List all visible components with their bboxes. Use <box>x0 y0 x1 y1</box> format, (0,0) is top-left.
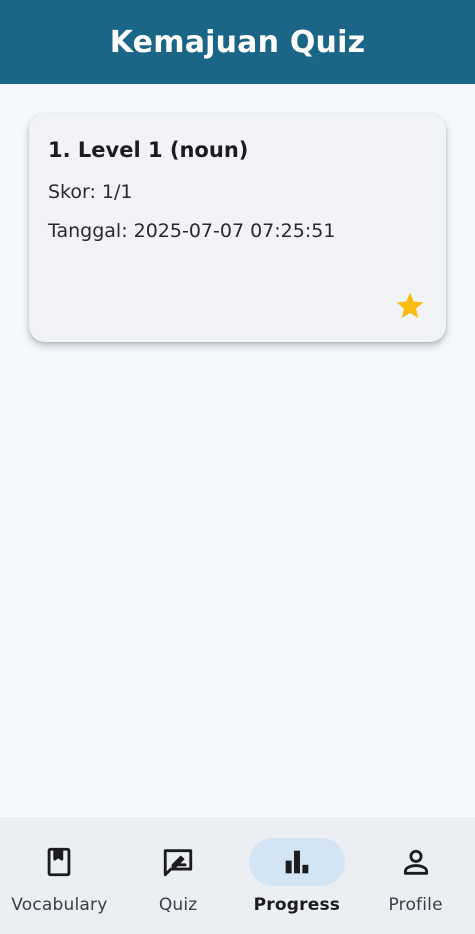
quiz-progress-card[interactable]: 1. Level 1 (noun) Skor: 1/1 Tanggal: 202… <box>29 114 446 342</box>
nav-label-progress: Progress <box>253 895 341 915</box>
book-icon <box>48 847 71 877</box>
nav-item-profile[interactable]: Profile <box>356 817 475 934</box>
star-icon <box>396 292 424 318</box>
app-screen: Kemajuan Quiz 1. Level 1 (noun) Skor: 1/… <box>0 0 475 934</box>
nav-pill-quiz <box>130 838 226 886</box>
bottom-navigation: Vocabulary Quiz Progress Profile <box>0 817 475 934</box>
nav-label-profile: Profile <box>388 895 443 915</box>
quiz-level-title: 1. Level 1 (noun) <box>48 138 249 162</box>
app-bar: Kemajuan Quiz <box>0 0 475 84</box>
nav-item-vocabulary[interactable]: Vocabulary <box>0 817 119 934</box>
quiz-score: Skor: 1/1 <box>48 181 133 203</box>
nav-pill-progress <box>248 838 345 886</box>
nav-item-progress[interactable]: Progress <box>238 817 357 934</box>
nav-pill-profile <box>368 838 464 886</box>
quiz-icon <box>163 849 193 877</box>
person-icon <box>403 849 428 875</box>
nav-item-quiz[interactable]: Quiz <box>119 817 238 934</box>
nav-label-quiz: Quiz <box>158 895 198 915</box>
bar-chart-icon <box>285 850 309 874</box>
quiz-date: Tanggal: 2025-07-07 07:25:51 <box>48 220 336 242</box>
progress-list: 1. Level 1 (noun) Skor: 1/1 Tanggal: 202… <box>0 84 475 817</box>
nav-pill-vocabulary <box>11 838 107 886</box>
nav-label-vocabulary: Vocabulary <box>11 895 108 915</box>
page-title: Kemajuan Quiz <box>109 24 366 60</box>
